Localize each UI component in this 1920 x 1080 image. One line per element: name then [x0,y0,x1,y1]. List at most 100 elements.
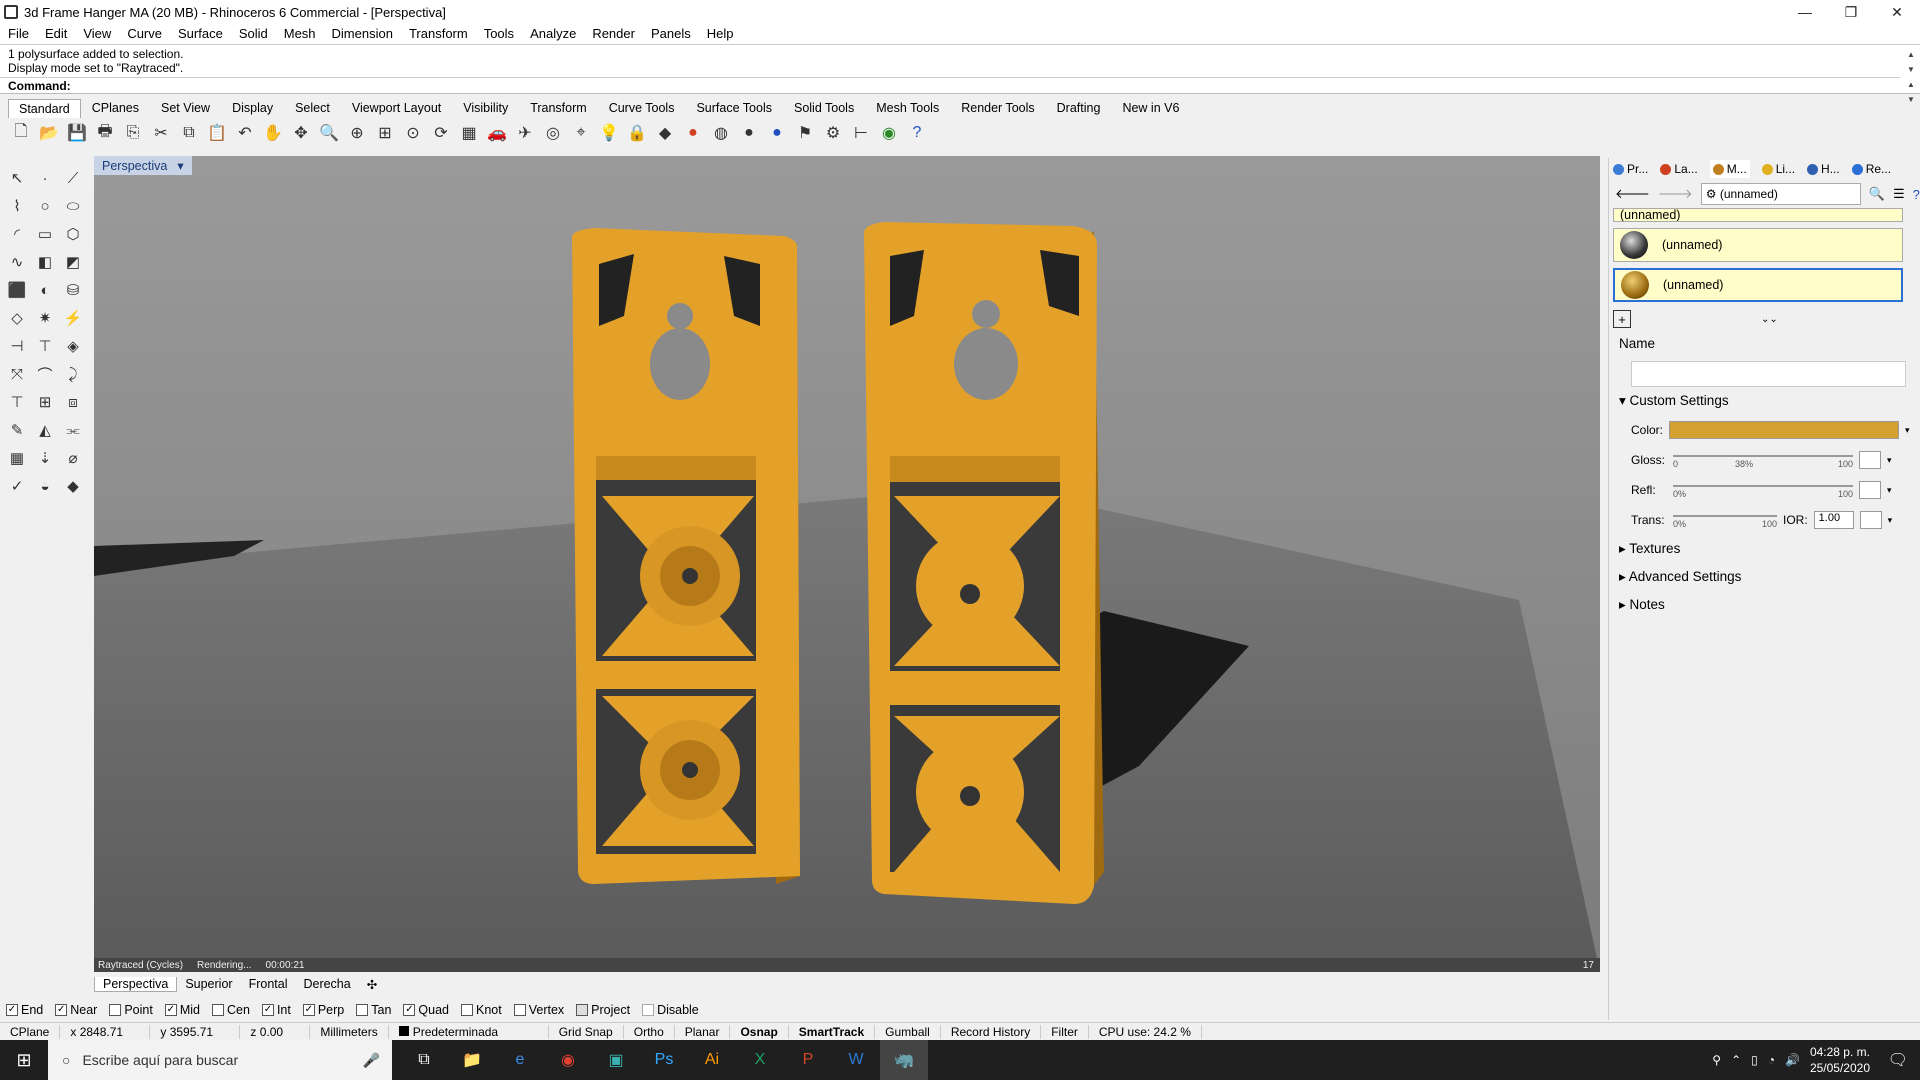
units[interactable]: Millimeters [310,1024,389,1039]
menu-icon[interactable]: ☰ [1893,186,1905,202]
cylinder-icon[interactable]: ⛁ [60,276,86,304]
polygon-icon[interactable]: ⬡ [60,220,86,248]
dropdown-arrow-icon[interactable]: ▾ [1887,455,1892,466]
material-item[interactable]: (unnamed) [1613,208,1903,222]
collapse-chevron-icon[interactable]: ⌄⌄ [1761,314,1778,325]
rectangle-icon[interactable]: ▭ [32,220,58,248]
tab-display[interactable]: Display [221,98,284,118]
dropdown-arrow-icon[interactable]: ▾ [1888,515,1893,526]
check-icon[interactable]: ✓ [4,472,30,500]
tab-cplanes[interactable]: CPlanes [81,98,150,118]
back-arrow-icon[interactable]: 🡐 [1615,186,1650,202]
menu-panels[interactable]: Panels [651,26,691,41]
circle-icon[interactable]: ○ [32,192,58,220]
osnap-end[interactable]: ✓ End [6,1003,43,1017]
tab-materials[interactable]: M... [1709,160,1750,178]
light-icon[interactable]: 💡 [596,120,622,146]
text-icon[interactable]: ⊤ [32,332,58,360]
word-icon[interactable]: W [832,1040,880,1080]
forward-arrow-icon[interactable]: 🡒 [1658,186,1693,202]
render-icon[interactable]: ⚡ [60,304,86,332]
paste-icon[interactable]: 📋 [204,120,230,146]
excel-icon[interactable]: X [736,1040,784,1080]
osnap-knot[interactable]: Knot [461,1003,502,1017]
custom-settings-header[interactable]: ▾ Custom Settings [1609,387,1920,415]
osnap-quad[interactable]: ✓ Quad [403,1003,449,1017]
layer-indicator[interactable]: Predeterminada [389,1024,549,1039]
tab-render-tools[interactable]: Render Tools [950,98,1045,118]
battery-icon[interactable]: ▯ [1751,1053,1758,1067]
material-item-selected[interactable]: (unnamed) [1613,268,1903,302]
zoom-extents-icon[interactable]: ⊞ [372,120,398,146]
menu-curve[interactable]: Curve [127,26,162,41]
undo-icon[interactable]: ↶ [232,120,258,146]
box-icon[interactable]: ⬛ [4,276,30,304]
tab-viewport-layout[interactable]: Viewport Layout [341,98,452,118]
osnap-point[interactable]: Point [109,1003,153,1017]
menu-dimension[interactable]: Dimension [332,26,393,41]
car-icon[interactable]: 🚗 [484,120,510,146]
explode-icon[interactable]: ◭ [32,416,58,444]
photoshop-icon[interactable]: Ps [640,1040,688,1080]
zoom-icon[interactable]: 🔍 [316,120,342,146]
microphone-icon[interactable]: 🎤 [363,1052,380,1069]
osnap-tan[interactable]: Tan [356,1003,391,1017]
osnap-near[interactable]: ✓ Near [55,1003,97,1017]
material-icon[interactable]: ◆ [652,120,678,146]
menu-help[interactable]: Help [707,26,734,41]
textures-header[interactable]: ▸ Textures [1609,535,1920,563]
viewport-title[interactable]: Perspectiva ▾ [94,156,192,175]
shade-icon[interactable]: ◒ [32,472,58,500]
hatch-icon[interactable]: ◈ [60,332,86,360]
gumball-toggle[interactable]: Gumball [875,1024,941,1039]
open-icon[interactable]: 📂 [36,120,62,146]
lock-icon[interactable]: 🔒 [624,120,650,146]
render-sphere-icon[interactable]: ● [736,120,762,146]
grid-snap-toggle[interactable]: Grid Snap [549,1024,624,1039]
osnap-disable[interactable]: Disable [642,1003,699,1017]
osnap-perp[interactable]: ✓ Perp [302,1003,344,1017]
viewport-grid-icon[interactable]: ▦ [456,120,482,146]
zoom-window-icon[interactable]: ⊕ [344,120,370,146]
save-icon[interactable]: 💾 [64,120,90,146]
filter-toggle[interactable]: Filter [1041,1024,1089,1039]
copy-icon[interactable]: ⧉ [176,120,202,146]
trim-icon[interactable]: ⤸ [60,360,86,388]
split-icon[interactable]: ⇣ [32,444,58,472]
osnap-int[interactable]: ✓ Int [261,1003,291,1017]
help-icon[interactable]: ? [1913,187,1920,202]
menu-view[interactable]: View [83,26,111,41]
tab-surface-tools[interactable]: Surface Tools [685,98,783,118]
edit-icon[interactable]: ✎ [4,416,30,444]
gloss-texture-slot[interactable] [1859,451,1881,469]
select-arrow-icon[interactable]: ↖ [4,164,30,192]
cplane-label[interactable]: CPlane [0,1024,61,1039]
dropdown-arrow-icon[interactable]: ▾ [1905,425,1910,436]
tab-set-view[interactable]: Set View [150,98,221,118]
osnap-vertex[interactable]: Vertex [513,1003,564,1017]
refl-slider[interactable]: 0% 100 [1673,480,1853,500]
windows-start-icon[interactable]: ⊞ [0,1040,48,1080]
osnap-cen[interactable]: Cen [212,1003,250,1017]
ellipse-icon[interactable]: ⬭ [60,192,86,220]
curve-icon[interactable]: ∿ [4,248,30,276]
notifications-icon[interactable]: 🗨 [1888,1050,1908,1070]
volume-icon[interactable]: 🔊 [1785,1053,1800,1067]
snap-icon[interactable]: ⌖ [568,120,594,146]
cut-icon[interactable]: ✂ [148,120,174,146]
rhino-taskbar-icon[interactable]: 🦏 [880,1040,928,1080]
help-icon[interactable]: ? [904,120,930,146]
tab-new-in-v6[interactable]: New in V6 [1111,98,1190,118]
color-swatch[interactable] [1669,421,1900,439]
boolean-icon[interactable]: ◐ [32,276,58,304]
polyline-icon[interactable]: ⌇ [4,192,30,220]
trans-slider[interactable]: 0% 100 [1673,510,1777,530]
viewport-tab-superior[interactable]: Superior [177,977,240,991]
tab-help[interactable]: H... [1807,162,1840,176]
file-explorer-icon[interactable]: 📁 [448,1040,496,1080]
advanced-settings-header[interactable]: ▸ Advanced Settings [1609,563,1920,591]
tab-curve-tools[interactable]: Curve Tools [598,98,686,118]
search-icon[interactable]: 🔍 [1869,186,1885,202]
app-icon[interactable]: ▣ [592,1040,640,1080]
mesh-icon[interactable]: ◇ [4,304,30,332]
